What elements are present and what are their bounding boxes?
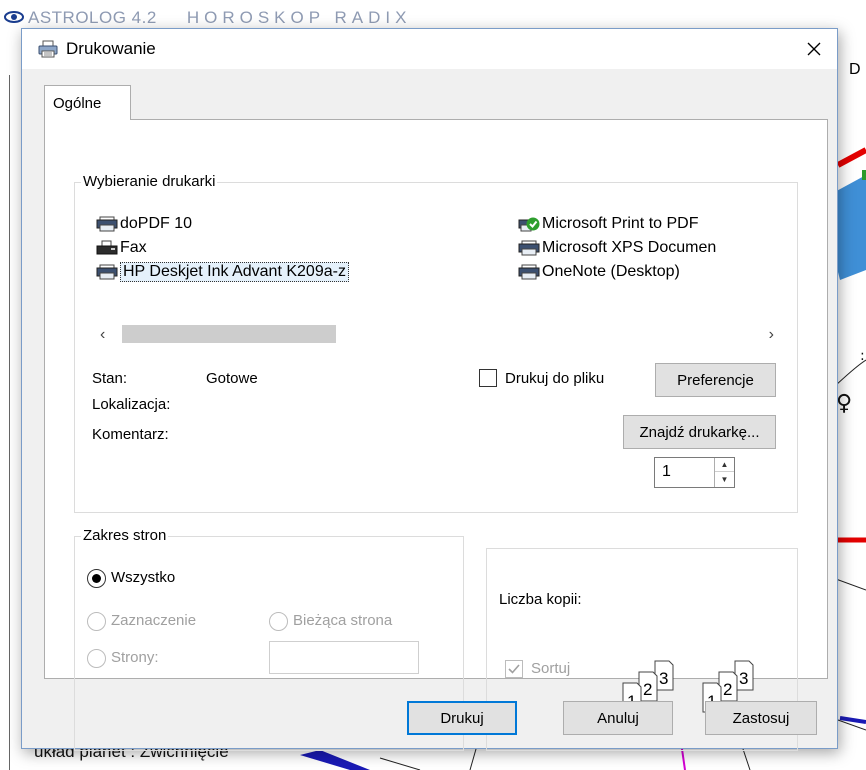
printer-list-scrollbar[interactable]: ‹ › (92, 320, 782, 348)
fax-icon (96, 240, 118, 255)
dialog-titlebar: Drukowanie (22, 29, 837, 69)
printer-name: OneNote (Desktop) (542, 263, 680, 280)
spin-up-icon[interactable]: ▲ (715, 458, 734, 472)
printer-list[interactable]: doPDF 10 Fax HP Deskjet Ink Advant K209a… (92, 212, 782, 316)
astrolog-eye-icon (4, 11, 24, 23)
status-value: Gotowe (206, 370, 258, 387)
preferences-button[interactable]: Preferencje (655, 363, 776, 397)
copies-label: Liczba kopii: (499, 591, 582, 608)
printer-name: Fax (120, 239, 147, 256)
print-to-file-label[interactable]: Drukuj do pliku (505, 370, 604, 387)
tab-panel-general: Wybieranie drukarki doPDF 10 Fax HP Desk… (44, 119, 828, 751)
close-icon (807, 42, 821, 56)
radio-selection[interactable] (87, 612, 106, 631)
radio-current-page[interactable] (269, 612, 288, 631)
printer-icon (96, 216, 118, 232)
svg-text:♀: ♀ (836, 391, 852, 416)
radio-pages[interactable] (87, 649, 106, 668)
radio-all[interactable] (87, 569, 106, 588)
printer-icon (518, 264, 540, 280)
printer-item-microsoft-print-to-pdf[interactable]: Microsoft Print to PDF (518, 212, 698, 236)
radio-pages-label[interactable]: Strony: (111, 649, 159, 666)
pages-input[interactable] (269, 641, 419, 674)
collate-digit: 3 (739, 669, 748, 688)
spin-down-icon[interactable]: ▼ (715, 472, 734, 486)
select-printer-group-label: Wybieranie drukarki (81, 173, 218, 191)
apply-button[interactable]: Zastosuj (705, 701, 817, 735)
printer-name: HP Deskjet Ink Advant K209a-z (120, 262, 349, 282)
scroll-left-icon[interactable]: ‹ (100, 326, 105, 344)
app-title: ASTROLOG 4.2 (28, 8, 157, 27)
printer-icon (518, 240, 540, 256)
chart-title: HOROSKOP RADIX (186, 8, 412, 27)
location-label: Lokalizacja: (92, 396, 171, 413)
print-dialog: Drukowanie Ogólne Wybieranie drukarki do… (21, 28, 838, 751)
find-printer-button[interactable]: Znajdź drukarkę... (623, 415, 776, 449)
cancel-button[interactable]: Anuluj (563, 701, 673, 735)
radio-selection-label[interactable]: Zaznaczenie (111, 612, 196, 629)
status-label: Stan: (92, 370, 128, 387)
copies-stepper-buttons: ▲ ▼ (714, 458, 734, 487)
default-printer-icon (518, 217, 540, 232)
collate-checkbox[interactable] (505, 660, 523, 678)
page-range-group-label: Zakres stron (81, 527, 169, 545)
print-button[interactable]: Drukuj (407, 701, 517, 735)
svg-text::: : (860, 348, 865, 364)
background-window-title: ASTROLOG 4.2 HOROSKOP RADIX (28, 8, 411, 30)
dialog-title: Drukowanie (66, 39, 156, 58)
printer-item-microsoft-xps[interactable]: Microsoft XPS Documen (518, 236, 716, 260)
checkmark-icon (508, 664, 520, 674)
background-left-border (0, 75, 10, 770)
print-to-file-checkbox[interactable] (479, 369, 497, 387)
scrollbar-thumb[interactable] (122, 325, 336, 343)
collate-digit: 2 (723, 680, 732, 699)
printer-item-dopdf[interactable]: doPDF 10 (96, 212, 192, 236)
radio-all-label[interactable]: Wszystko (111, 569, 175, 586)
printer-name: Microsoft XPS Documen (542, 239, 717, 256)
printer-item-hp-deskjet[interactable]: HP Deskjet Ink Advant K209a-z (96, 260, 349, 284)
printer-item-onenote[interactable]: OneNote (Desktop) (518, 260, 680, 284)
copies-value[interactable]: 1 (662, 463, 671, 481)
background-toolbar-letter: D (849, 61, 861, 78)
close-button[interactable] (791, 29, 837, 69)
printer-icon (96, 264, 118, 280)
page-range-group: Zakres stron Wszystko Zaznaczenie Bieżąc… (74, 527, 464, 751)
printer-name: Microsoft Print to PDF (542, 215, 699, 232)
tab-general[interactable]: Ogólne (44, 85, 131, 120)
collate-digit: 2 (643, 680, 652, 699)
comment-label: Komentarz: (92, 426, 169, 443)
printer-item-fax[interactable]: Fax (96, 236, 147, 260)
collate-digit: 3 (659, 669, 668, 688)
radio-current-page-label[interactable]: Bieżąca strona (293, 612, 392, 629)
printer-name: doPDF 10 (120, 215, 193, 232)
printer-icon (38, 40, 58, 58)
scroll-right-icon[interactable]: › (769, 326, 774, 344)
collate-label[interactable]: Sortuj (531, 660, 570, 677)
copies-stepper[interactable]: 1 ▲ ▼ (654, 457, 735, 488)
